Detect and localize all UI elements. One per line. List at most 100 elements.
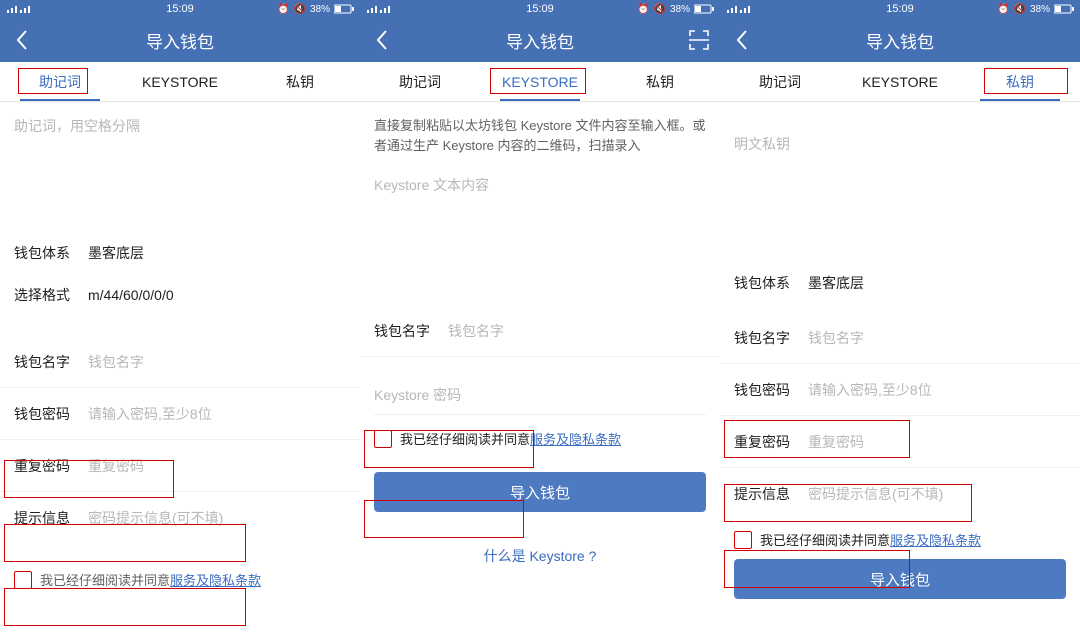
back-icon: [375, 29, 389, 51]
consent-row[interactable]: 我已经仔细阅读并同意服务及隐私条款: [720, 520, 1080, 553]
tab-privkey[interactable]: 私钥: [960, 62, 1080, 101]
format-row[interactable]: 选择格式 m/44/60/0/0/0: [0, 274, 360, 316]
import-button-label: 导入钱包: [870, 569, 930, 590]
appbar: 导入钱包: [720, 18, 1080, 62]
tab-keystore[interactable]: KEYSTORE: [840, 62, 960, 101]
wallet-hint-label: 提示信息: [14, 508, 88, 528]
appbar: 导入钱包: [360, 18, 720, 62]
status-time: 15:09: [720, 3, 1080, 15]
wallet-hint-placeholder: 密码提示信息(可不填): [88, 508, 223, 528]
scan-button[interactable]: [688, 18, 710, 62]
wallet-system-row[interactable]: 钱包体系 墨客底层: [0, 232, 360, 274]
appbar-title: 导入钱包: [0, 28, 360, 53]
wallet-hint-label: 提示信息: [734, 484, 808, 504]
wallet-pwd2-placeholder: 重复密码: [808, 432, 864, 452]
back-button[interactable]: [720, 29, 764, 51]
wallet-pwd2-label: 重复密码: [14, 456, 88, 476]
wallet-pwd-placeholder: 请输入密码,至少8位: [88, 404, 212, 424]
import-button-label: 导入钱包: [510, 482, 570, 503]
wallet-pwd-placeholder: 请输入密码,至少8位: [808, 380, 932, 400]
keystore-description: 直接复制粘贴以太坊钱包 Keystore 文件内容至输入框。或者通过生产 Key…: [360, 102, 720, 155]
screen-mnemonic: 15:09 ⏰ 🔇 38% 导入钱包 助记词 KEYSTORE 私钥 助记词，用…: [0, 0, 360, 640]
import-wallet-button[interactable]: 导入钱包: [374, 472, 706, 512]
appbar: 导入钱包: [0, 18, 360, 62]
back-icon: [15, 29, 29, 51]
wallet-pwd-row[interactable]: 钱包密码 请输入密码,至少8位: [720, 364, 1080, 416]
tab-mnemonic[interactable]: 助记词: [0, 62, 120, 101]
scan-icon: [688, 29, 710, 51]
back-icon: [735, 29, 749, 51]
what-is-keystore-link[interactable]: 什么是 Keystore ?: [360, 522, 720, 590]
wallet-name-label: 钱包名字: [14, 352, 88, 372]
consent-checkbox[interactable]: [734, 531, 752, 549]
tab-label: 助记词: [399, 72, 441, 92]
tab-privkey[interactable]: 私钥: [240, 62, 360, 101]
tab-privkey[interactable]: 私钥: [600, 62, 720, 101]
consent-checkbox[interactable]: [374, 430, 392, 448]
keystore-password-input[interactable]: Keystore 密码: [374, 375, 706, 415]
wallet-system-row[interactable]: 钱包体系 墨客底层: [720, 262, 1080, 304]
tab-label: KEYSTORE: [142, 74, 218, 90]
format-value: m/44/60/0/0/0: [88, 287, 174, 303]
tab-label: 私钥: [646, 72, 674, 92]
tab-label: KEYSTORE: [502, 74, 578, 90]
screen-privkey: 15:09 ⏰ 🔇 38% 导入钱包 助记词 KEYSTORE 私钥 明文私钥 …: [720, 0, 1080, 640]
terms-link[interactable]: 服务及隐私条款: [170, 573, 261, 588]
wallet-name-placeholder: 钱包名字: [448, 321, 504, 341]
tabs: 助记词 KEYSTORE 私钥: [360, 62, 720, 102]
wallet-name-row[interactable]: 钱包名字 钱包名字: [0, 336, 360, 388]
wallet-pwd2-placeholder: 重复密码: [88, 456, 144, 476]
tabs: 助记词 KEYSTORE 私钥: [720, 62, 1080, 102]
format-label: 选择格式: [14, 285, 88, 305]
wallet-name-placeholder: 钱包名字: [808, 328, 864, 348]
consent-text: 我已经仔细阅读并同意服务及隐私条款: [760, 530, 981, 549]
wallet-name-row[interactable]: 钱包名字 钱包名字: [720, 312, 1080, 364]
terms-link[interactable]: 服务及隐私条款: [890, 533, 981, 548]
body: 直接复制粘贴以太坊钱包 Keystore 文件内容至输入框。或者通过生产 Key…: [360, 102, 720, 640]
statusbar: 15:09 ⏰ 🔇 38%: [0, 0, 360, 18]
statusbar: 15:09 ⏰ 🔇 38%: [360, 0, 720, 18]
wallet-hint-placeholder: 密码提示信息(可不填): [808, 484, 943, 504]
tab-keystore[interactable]: KEYSTORE: [480, 62, 600, 101]
keystore-textarea[interactable]: Keystore 文本内容: [360, 155, 720, 305]
wallet-pwd-label: 钱包密码: [14, 404, 88, 424]
wallet-name-placeholder: 钱包名字: [88, 352, 144, 372]
consent-checkbox[interactable]: [14, 571, 32, 589]
consent-row[interactable]: 我已经仔细阅读并同意服务及隐私条款: [360, 415, 720, 462]
wallet-hint-row[interactable]: 提示信息 密码提示信息(可不填): [720, 468, 1080, 520]
tab-mnemonic[interactable]: 助记词: [360, 62, 480, 101]
wallet-name-label: 钱包名字: [734, 328, 808, 348]
screen-keystore: 15:09 ⏰ 🔇 38% 导入钱包 助记词 KEYSTORE 私钥 直接复制粘…: [360, 0, 720, 640]
mnemonic-textarea[interactable]: 助记词，用空格分隔: [0, 102, 360, 232]
wallet-system-value: 墨客底层: [88, 243, 144, 263]
terms-link[interactable]: 服务及隐私条款: [530, 432, 621, 447]
import-wallet-button[interactable]: 导入钱包: [734, 559, 1066, 599]
wallet-system-label: 钱包体系: [734, 273, 808, 293]
wallet-pwd2-label: 重复密码: [734, 432, 808, 452]
wallet-pwd-label: 钱包密码: [734, 380, 808, 400]
wallet-system-value: 墨客底层: [808, 273, 864, 293]
wallet-system-label: 钱包体系: [14, 243, 88, 263]
body: 明文私钥 钱包体系 墨客底层 钱包名字 钱包名字 钱包密码 请输入密码,至少8位…: [720, 102, 1080, 640]
privkey-textarea[interactable]: 明文私钥: [720, 102, 1080, 262]
keystore-password-placeholder: Keystore 密码: [374, 385, 461, 405]
wallet-name-row[interactable]: 钱包名字 钱包名字: [360, 305, 720, 357]
appbar-title: 导入钱包: [360, 28, 720, 53]
back-button[interactable]: [360, 29, 404, 51]
tab-keystore[interactable]: KEYSTORE: [120, 62, 240, 101]
statusbar: 15:09 ⏰ 🔇 38%: [720, 0, 1080, 18]
tab-mnemonic[interactable]: 助记词: [720, 62, 840, 101]
body: 助记词，用空格分隔 钱包体系 墨客底层 选择格式 m/44/60/0/0/0 钱…: [0, 102, 360, 640]
wallet-pwd-row[interactable]: 钱包密码 请输入密码,至少8位: [0, 388, 360, 440]
wallet-hint-row[interactable]: 提示信息 密码提示信息(可不填): [0, 492, 360, 544]
tab-label: 助记词: [39, 72, 81, 92]
wallet-name-label: 钱包名字: [374, 321, 448, 341]
status-time: 15:09: [0, 3, 360, 15]
wallet-pwd2-row[interactable]: 重复密码 重复密码: [720, 416, 1080, 468]
consent-row[interactable]: 我已经仔细阅读并同意服务及隐私条款: [0, 544, 360, 589]
consent-text: 我已经仔细阅读并同意服务及隐私条款: [400, 429, 621, 448]
consent-text: 我已经仔细阅读并同意服务及隐私条款: [40, 570, 261, 589]
wallet-pwd2-row[interactable]: 重复密码 重复密码: [0, 440, 360, 492]
tab-label: 助记词: [759, 72, 801, 92]
back-button[interactable]: [0, 29, 44, 51]
